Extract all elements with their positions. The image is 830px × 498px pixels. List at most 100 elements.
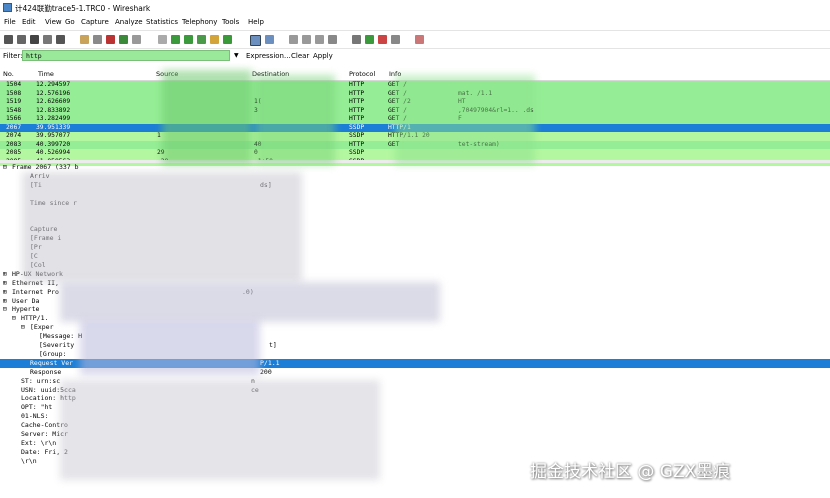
- packet-proto: SSDP: [349, 132, 365, 139]
- menu-capture[interactable]: Capture: [81, 18, 109, 26]
- detail-text: \r\n: [21, 456, 37, 465]
- detail-extra: t]: [269, 341, 277, 349]
- redaction-overlay: [162, 70, 252, 165]
- detail-text: User Da: [12, 296, 40, 305]
- detail-text: Ext: \r\n: [21, 438, 57, 447]
- collapse-icon[interactable]: ⊟: [3, 163, 7, 172]
- expand-icon[interactable]: ⊞: [3, 288, 7, 297]
- packet-no: 1508: [6, 89, 22, 97]
- options-icon[interactable]: [17, 35, 26, 44]
- filter-input[interactable]: http: [22, 50, 230, 61]
- redaction-overlay: [255, 75, 335, 165]
- menu-telephony[interactable]: Telephony: [182, 18, 217, 26]
- packet-proto: SSDP: [349, 149, 365, 156]
- packet-time: 12.833892: [36, 106, 71, 114]
- packet-time: 12.294597: [36, 81, 71, 88]
- auto-scroll-icon[interactable]: [265, 35, 274, 44]
- redaction-overlay: [22, 172, 302, 282]
- packet-proto: HTTP: [349, 106, 365, 114]
- detail-text: Internet Pro: [12, 287, 59, 296]
- last-packet-icon[interactable]: [223, 35, 232, 44]
- packet-proto: HTTP: [349, 81, 365, 88]
- collapse-icon[interactable]: ⊟: [21, 323, 25, 332]
- menu-go[interactable]: Go: [65, 18, 75, 26]
- col-protocol[interactable]: Protocol: [349, 70, 375, 78]
- packet-proto: HTTP: [349, 98, 365, 105]
- detail-text: [Exper: [30, 323, 54, 332]
- collapse-icon[interactable]: ⊟: [12, 314, 16, 323]
- packet-no: 1519: [6, 98, 22, 105]
- col-no[interactable]: No.: [3, 70, 14, 78]
- packet-no: 2067: [6, 123, 22, 131]
- menu-edit[interactable]: Edit: [22, 18, 36, 26]
- detail-text: OPT: "ht: [21, 403, 53, 412]
- redaction-overlay: [60, 380, 380, 480]
- expand-icon[interactable]: ⊞: [3, 279, 7, 288]
- preferences-icon[interactable]: [391, 35, 400, 44]
- packet-no: 1566: [6, 115, 22, 122]
- packet-time: 40.526994: [36, 149, 71, 156]
- packet-proto: HTTP: [349, 115, 365, 122]
- packet-no: 2085: [6, 149, 22, 156]
- stop-capture-icon[interactable]: [43, 35, 52, 44]
- start-capture-icon[interactable]: [30, 35, 39, 44]
- restart-capture-icon[interactable]: [56, 35, 65, 44]
- packet-no: 1504: [6, 81, 22, 88]
- colorize-icon[interactable]: [250, 35, 261, 46]
- apply-button[interactable]: Apply: [313, 52, 333, 60]
- print-icon[interactable]: [132, 35, 141, 44]
- expand-icon[interactable]: ⊞: [3, 270, 7, 279]
- menu-analyze[interactable]: Analyze: [115, 18, 143, 26]
- expression-button[interactable]: Expression...: [246, 52, 291, 60]
- detail-extra: P/1.1: [260, 358, 280, 367]
- detail-text: Hyperte: [12, 305, 40, 314]
- wireshark-app-icon: [3, 3, 12, 12]
- watermark: 掘金技术社区 @ GZX墨痕: [530, 462, 731, 482]
- coloring-rules-icon[interactable]: [378, 35, 387, 44]
- open-file-icon[interactable]: [80, 35, 89, 44]
- packet-proto: HTTP: [349, 140, 365, 148]
- reload-icon[interactable]: [119, 35, 128, 44]
- filter-bar: Filter: http ▼ Expression... Clear Apply: [0, 48, 830, 64]
- packet-no: 2083: [6, 140, 22, 148]
- packet-time: 12.626609: [36, 98, 71, 105]
- go-back-icon[interactable]: [171, 35, 180, 44]
- expand-icon[interactable]: ⊞: [3, 297, 7, 306]
- collapse-icon[interactable]: ⊟: [3, 305, 7, 314]
- clear-button[interactable]: Clear: [291, 52, 309, 60]
- packet-src: 1: [157, 132, 161, 139]
- display-filters-icon[interactable]: [365, 35, 374, 44]
- col-time[interactable]: Time: [38, 70, 54, 78]
- packet-time: 13.282499: [36, 115, 71, 122]
- detail-text: [Message: H: [39, 332, 83, 341]
- detail-text: Response: [30, 367, 62, 376]
- save-file-icon[interactable]: [93, 35, 102, 44]
- filter-label: Filter:: [3, 52, 23, 60]
- zoom-in-icon[interactable]: [289, 35, 298, 44]
- help-icon[interactable]: [415, 35, 424, 44]
- go-forward-icon[interactable]: [184, 35, 193, 44]
- menu-tools[interactable]: Tools: [222, 18, 239, 26]
- first-packet-icon[interactable]: [210, 35, 219, 44]
- menu-file[interactable]: File: [4, 18, 16, 26]
- menu-view[interactable]: View: [45, 18, 62, 26]
- menu-help[interactable]: Help: [248, 18, 264, 26]
- detail-text: Frame 2067 (337 b: [12, 163, 79, 171]
- packet-time: 39.957077: [36, 132, 71, 139]
- menu-statistics[interactable]: Statistics: [146, 18, 178, 26]
- resize-columns-icon[interactable]: [328, 35, 337, 44]
- zoom-normal-icon[interactable]: [315, 35, 324, 44]
- go-to-packet-icon[interactable]: [197, 35, 206, 44]
- window-title: 计424联勤trace5-1.TRC0 - Wireshark: [15, 4, 151, 13]
- detail-text: ST: urn:sc: [21, 376, 61, 385]
- interfaces-icon[interactable]: [4, 35, 13, 44]
- capture-filters-icon[interactable]: [352, 35, 361, 44]
- filter-dropdown-icon[interactable]: ▼: [234, 52, 239, 59]
- packet-time: 12.576196: [36, 89, 71, 97]
- close-file-icon[interactable]: [106, 35, 115, 44]
- zoom-out-icon[interactable]: [302, 35, 311, 44]
- find-icon[interactable]: [158, 35, 167, 44]
- redaction-overlay: [80, 320, 260, 375]
- detail-text: [Severity: [39, 341, 75, 349]
- detail-text: [Group:: [39, 349, 67, 358]
